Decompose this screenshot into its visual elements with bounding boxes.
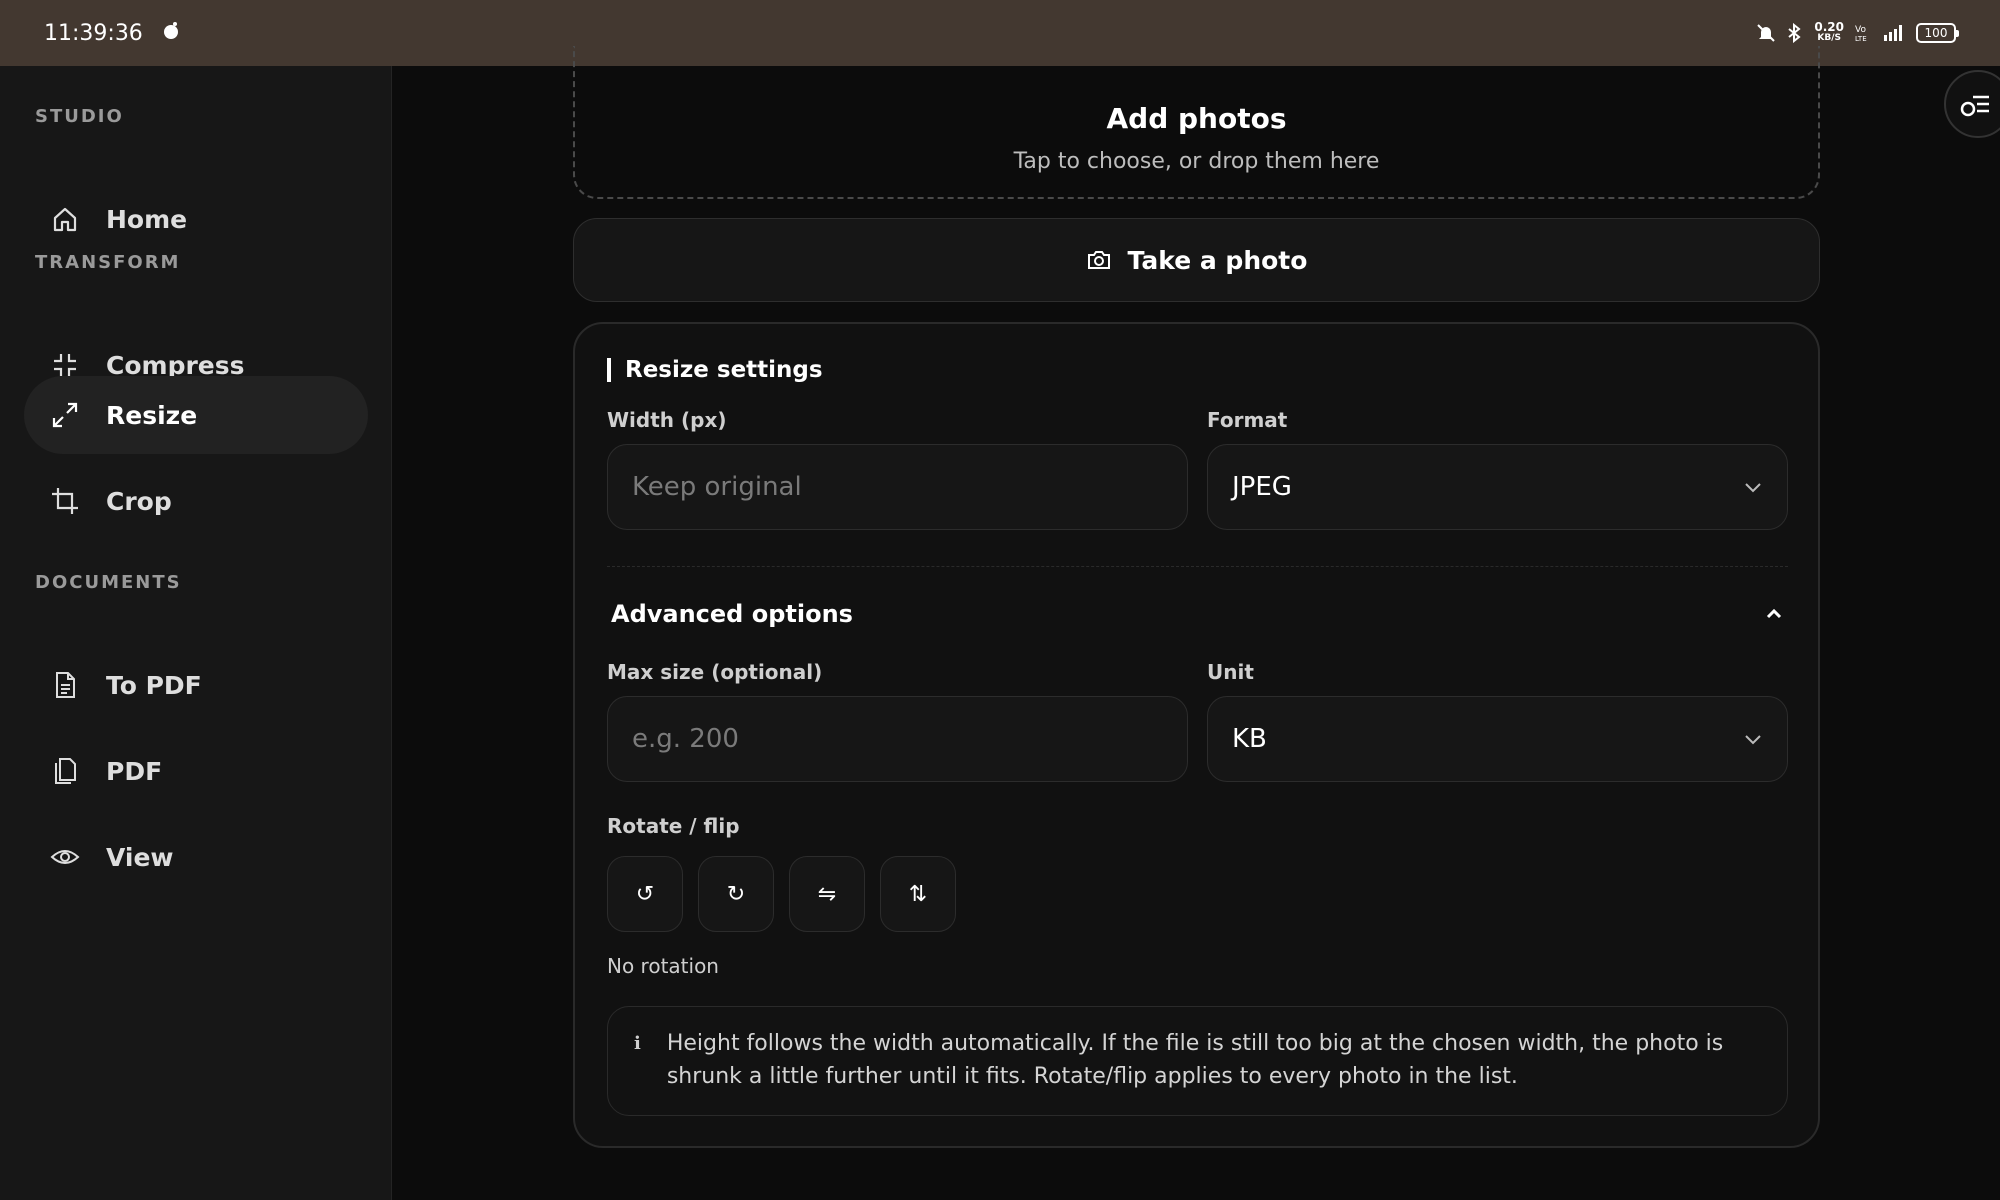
divider — [607, 566, 1788, 567]
max-size-input[interactable]: e.g. 200 — [607, 696, 1188, 782]
dropzone-title: Add photos — [1106, 102, 1287, 135]
unit-label: Unit — [1207, 660, 1254, 684]
eye-icon — [50, 850, 80, 864]
sidebar-item-label: Home — [106, 204, 188, 234]
max-size-placeholder: e.g. 200 — [632, 724, 739, 754]
app-notification-icon — [161, 20, 181, 46]
flip-vertical-button[interactable]: ⇅ — [880, 856, 956, 932]
sidebar: STUDIO Home TRANSFORM Compress Resize Cr… — [0, 66, 392, 1200]
width-placeholder: Keep original — [632, 472, 802, 502]
rotate-left-button[interactable]: ↺ — [607, 856, 683, 932]
sidebar-item-label: View — [106, 842, 174, 872]
format-value: JPEG — [1232, 472, 1292, 502]
rotate-flip-label: Rotate / flip — [607, 814, 740, 838]
document-icon — [56, 672, 75, 698]
take-photo-button[interactable]: Take a photo — [573, 218, 1820, 302]
take-photo-label: Take a photo — [1127, 245, 1308, 275]
battery-icon: 100 — [1916, 23, 1959, 43]
status-bar-right: 0.20 KB/S Vo LTE 100 — [1756, 20, 1959, 44]
advanced-options-toggle[interactable]: Advanced options — [607, 584, 1788, 644]
mute-icon — [1756, 23, 1776, 43]
card-title: Resize settings — [607, 358, 823, 382]
pdf-files-icon — [55, 758, 76, 784]
info-icon: i — [634, 1033, 641, 1054]
volte-icon: Vo LTE — [1854, 23, 1870, 43]
width-input[interactable]: Keep original — [607, 444, 1188, 530]
unit-value: KB — [1232, 724, 1267, 754]
sidebar-item-label: PDF — [106, 756, 163, 786]
bluetooth-icon — [1786, 23, 1804, 43]
sidebar-item-to-pdf[interactable]: To PDF — [24, 646, 368, 724]
chevron-down-icon — [1745, 483, 1761, 493]
advanced-options-label: Advanced options — [611, 600, 853, 628]
sidebar-item-label: Resize — [106, 400, 198, 430]
home-icon — [53, 207, 77, 232]
resize-settings-card: Resize settings Width (px) Keep original… — [573, 322, 1820, 1148]
chevron-down-icon — [1745, 735, 1761, 745]
svg-text:Vo: Vo — [1855, 25, 1866, 35]
svg-text:LTE: LTE — [1855, 35, 1867, 43]
rotate-left-icon: ↺ — [635, 881, 655, 907]
sidebar-item-label: To PDF — [106, 670, 202, 700]
info-text: Height follows the width automatically. … — [666, 1031, 1724, 1089]
chevron-up-icon — [1766, 608, 1782, 619]
net-speed: 0.20 KB/S — [1814, 20, 1844, 43]
flip-vertical-icon: ⇅ — [908, 881, 928, 907]
info-box: i Height follows the width automatically… — [607, 1006, 1788, 1116]
section-label-documents: DOCUMENTS — [35, 572, 182, 593]
photo-dropzone[interactable]: Add photos Tap to choose, or drop them h… — [573, 46, 1820, 199]
clock: 11:39:36 — [44, 20, 143, 46]
floating-menu-button[interactable] — [1944, 70, 2000, 138]
crop-icon — [52, 488, 78, 514]
flip-horizontal-icon: ⇋ — [817, 881, 837, 907]
unit-select[interactable]: KB — [1207, 696, 1788, 782]
format-select[interactable]: JPEG — [1207, 444, 1788, 530]
rotate-right-button[interactable]: ↻ — [698, 856, 774, 932]
section-label-studio: STUDIO — [35, 106, 124, 127]
resize-icon — [52, 402, 78, 428]
status-bar-left: 11:39:36 — [44, 20, 181, 46]
sidebar-item-pdf[interactable]: PDF — [24, 732, 368, 810]
flip-horizontal-button[interactable]: ⇋ — [789, 856, 865, 932]
sidebar-item-crop[interactable]: Crop — [24, 462, 368, 540]
rotation-status: No rotation — [607, 954, 719, 978]
camera-icon — [1087, 251, 1110, 269]
dropzone-subtitle: Tap to choose, or drop them here — [1013, 149, 1380, 174]
sidebar-item-view[interactable]: View — [24, 818, 368, 896]
signal-icon — [1880, 23, 1906, 43]
rotate-right-icon: ↻ — [726, 881, 746, 907]
width-label: Width (px) — [607, 408, 727, 432]
sidebar-item-home[interactable]: Home — [24, 180, 368, 258]
sidebar-item-label: Crop — [106, 486, 172, 516]
section-label-transform: TRANSFORM — [35, 252, 181, 273]
floating-menu-icon — [1960, 95, 1989, 117]
format-label: Format — [1207, 408, 1288, 432]
max-size-label: Max size (optional) — [607, 660, 823, 684]
sidebar-item-resize[interactable]: Resize — [24, 376, 368, 454]
